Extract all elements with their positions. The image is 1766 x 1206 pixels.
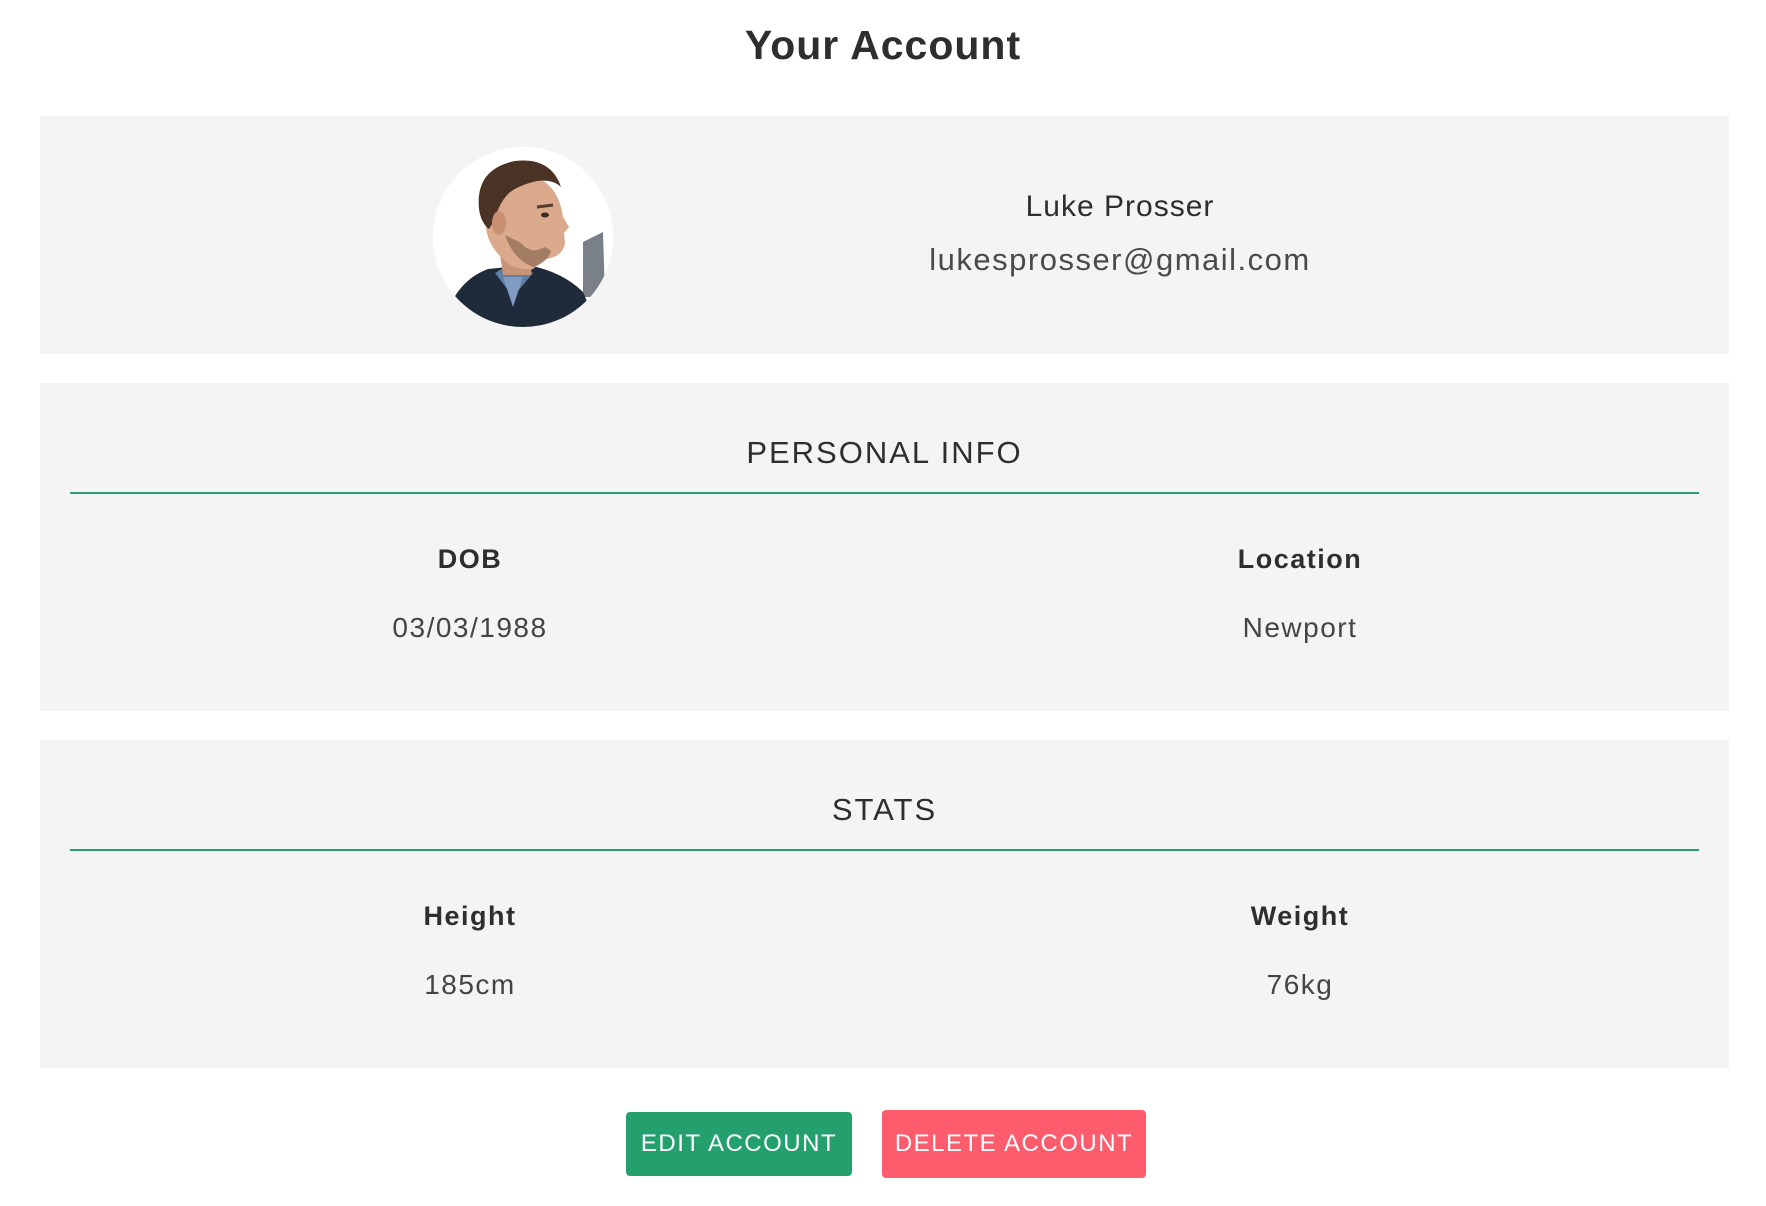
page-title: Your Account bbox=[744, 22, 1022, 68]
delete-account-button[interactable]: DELETE ACCOUNT bbox=[882, 1110, 1146, 1178]
user-email: lukesprosser@gmail.com bbox=[929, 242, 1311, 277]
weight-value: 76kg bbox=[1266, 969, 1334, 1000]
personal-info-card: PERSONAL INFO DOB 03/03/1988 Location Ne… bbox=[40, 383, 1729, 711]
weight-label: Weight bbox=[1250, 901, 1350, 931]
user-name: Luke Prosser bbox=[1025, 190, 1215, 223]
edit-account-button[interactable]: EDIT ACCOUNT bbox=[626, 1112, 852, 1176]
location-value: Newport bbox=[1242, 612, 1358, 643]
dob-value: 03/03/1988 bbox=[392, 612, 548, 643]
section-divider bbox=[70, 849, 1699, 851]
profile-photo-icon bbox=[433, 147, 613, 327]
account-page: Your Account Luke Prosser lukesprosser@g… bbox=[0, 0, 1766, 1206]
stats-card: STATS Height 185cm Weight 76kg bbox=[40, 740, 1729, 1068]
dob-label: DOB bbox=[437, 544, 503, 574]
height-label: Height bbox=[423, 901, 517, 931]
avatar bbox=[433, 147, 613, 327]
stats-heading: STATS bbox=[831, 792, 938, 827]
location-label: Location bbox=[1237, 544, 1363, 574]
section-divider bbox=[70, 492, 1699, 494]
height-value: 185cm bbox=[424, 969, 516, 1000]
personal-info-heading: PERSONAL INFO bbox=[746, 435, 1023, 470]
profile-card: Luke Prosser lukesprosser@gmail.com bbox=[40, 116, 1729, 354]
